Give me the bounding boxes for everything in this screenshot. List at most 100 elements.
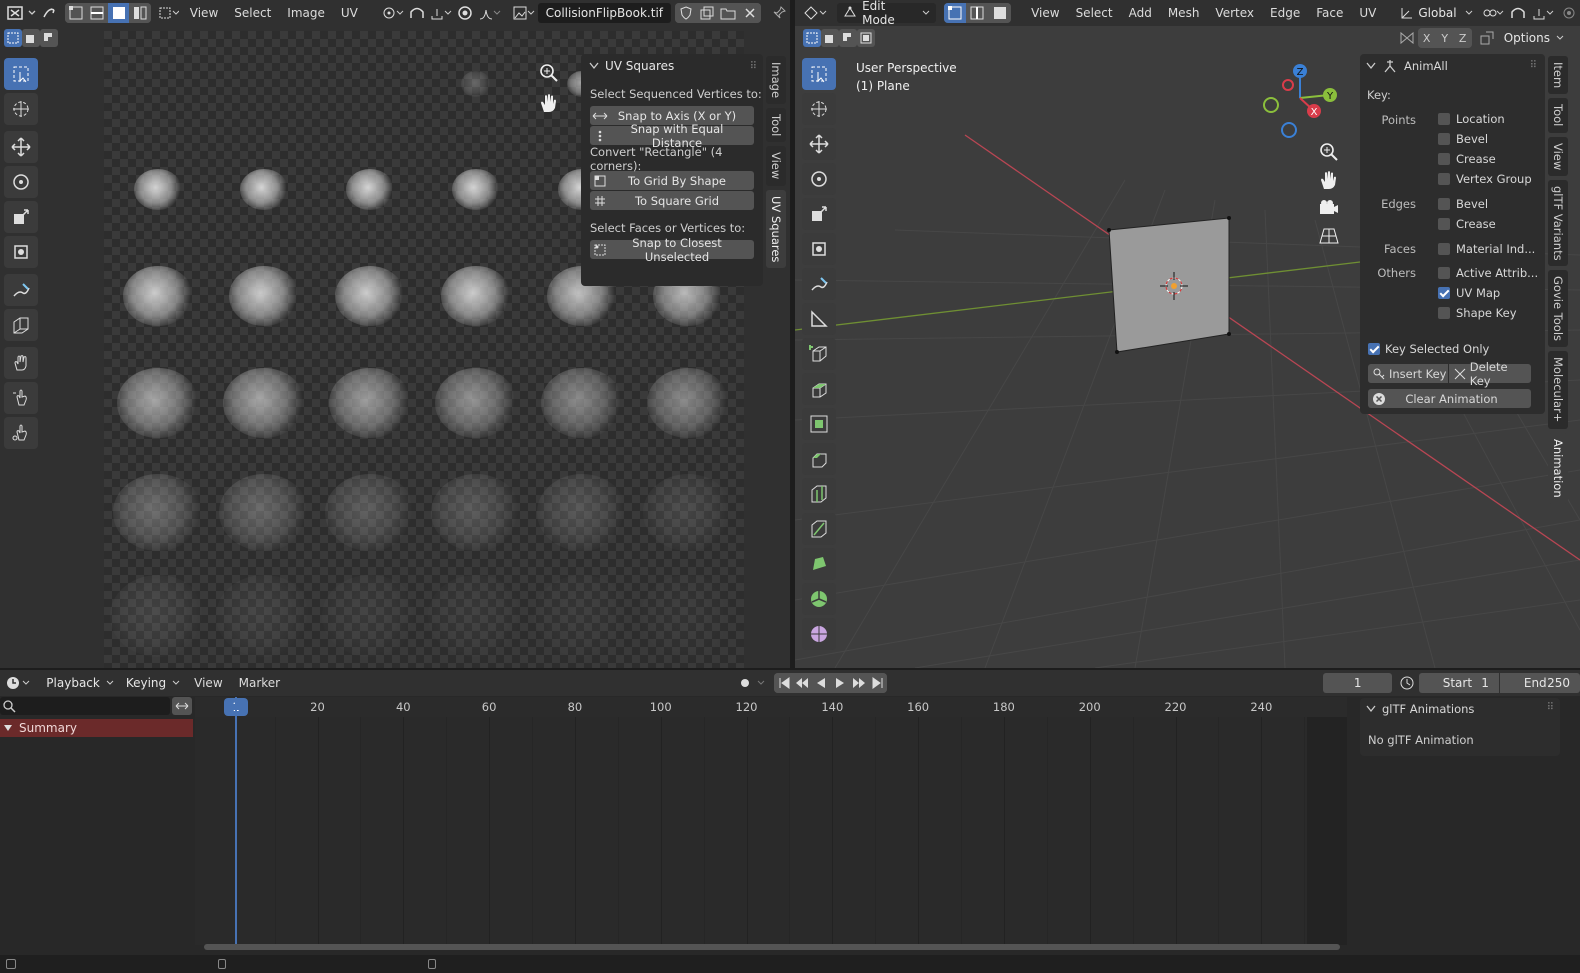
animall-header[interactable]: AnimAll xyxy=(1366,58,1448,74)
vp-menu-uv[interactable]: UV xyxy=(1351,6,1384,20)
rotate-icon[interactable] xyxy=(4,166,38,198)
timeline-keyframe-area[interactable] xyxy=(195,697,1347,945)
checkbox[interactable] xyxy=(1438,243,1450,255)
vp-snap-target-icon[interactable] xyxy=(1529,3,1557,23)
tab-tool[interactable]: Tool xyxy=(766,108,786,143)
check-active-attribute[interactable]: Active Attrib... xyxy=(1438,266,1538,280)
subtract-selection-icon[interactable] xyxy=(40,29,58,47)
vp-menu-select[interactable]: Select xyxy=(1068,6,1121,20)
topology-mirror-icon[interactable] xyxy=(1476,28,1498,48)
sticky-selection-icon[interactable] xyxy=(157,3,182,23)
tab-item[interactable]: Item xyxy=(1548,56,1568,95)
jump-start-icon[interactable] xyxy=(774,673,793,693)
relax-brush-icon[interactable] xyxy=(4,382,38,414)
preview-range-clock-icon[interactable] xyxy=(1396,673,1419,693)
transform-icon[interactable] xyxy=(4,236,38,268)
grab-brush-icon[interactable] xyxy=(4,347,38,379)
perspective-toggle-icon[interactable] xyxy=(1317,226,1341,246)
playhead-line[interactable] xyxy=(235,697,237,945)
zoom-icon[interactable] xyxy=(538,62,560,84)
check-uv-map[interactable]: UV Map xyxy=(1438,286,1500,300)
start-frame-field[interactable]: Start 1 xyxy=(1418,673,1499,693)
measure-icon[interactable] xyxy=(802,303,836,335)
check-shape-key[interactable]: Shape Key xyxy=(1438,306,1517,320)
vp-menu-vertex[interactable]: Vertex xyxy=(1207,6,1262,20)
vp-invert-selection-icon[interactable] xyxy=(857,29,875,47)
timeline-ruler[interactable]: 20406080100120140160180200220240 1 xyxy=(195,697,1347,717)
navigation-gizmo[interactable]: Z Y X xyxy=(1258,60,1342,142)
snap-equal-distance-button[interactable]: Snap with Equal Distance xyxy=(590,122,754,150)
keying-menu[interactable]: Keying xyxy=(120,673,186,693)
scale-icon[interactable] xyxy=(4,201,38,233)
menu-image[interactable]: Image xyxy=(279,6,333,20)
tab-image[interactable]: Image xyxy=(766,56,786,105)
face-mode-icon[interactable] xyxy=(988,3,1012,23)
check-points-crease[interactable]: Crease xyxy=(1438,152,1496,166)
tab-molecular[interactable]: Molecular+ xyxy=(1548,351,1568,429)
plane-mesh[interactable] xyxy=(1108,217,1230,353)
loop-cut-icon[interactable] xyxy=(802,478,836,510)
vp-menu-edge[interactable]: Edge xyxy=(1262,6,1308,20)
check-vertex-group[interactable]: Vertex Group xyxy=(1438,172,1532,186)
delete-key-button[interactable]: Delete Key xyxy=(1449,360,1531,388)
check-points-bevel[interactable]: Bevel xyxy=(1438,132,1488,146)
image-name-field[interactable]: CollisionFlipBook.tif xyxy=(537,3,671,23)
move-icon[interactable] xyxy=(4,131,38,163)
fake-user-shield-icon[interactable] xyxy=(675,3,697,23)
check-edges-bevel[interactable]: Bevel xyxy=(1438,197,1488,211)
check-location[interactable]: Location xyxy=(1438,112,1505,126)
checkbox[interactable] xyxy=(1438,307,1450,319)
tab-uv-squares[interactable]: UV Squares xyxy=(766,189,786,269)
select-box-icon[interactable] xyxy=(4,58,38,90)
mode-dropdown[interactable]: Edit Mode xyxy=(837,0,936,27)
tab-vp-tool[interactable]: Tool xyxy=(1548,98,1568,133)
editor-type-icon[interactable] xyxy=(4,3,25,23)
proportional-edit-icon[interactable] xyxy=(455,3,476,23)
panel-header[interactable]: UV Squares ⠿ xyxy=(581,54,763,78)
vp-menu-face[interactable]: Face xyxy=(1308,6,1351,20)
menu-uv[interactable]: UV xyxy=(333,6,366,20)
check-material-index[interactable]: Material Ind... xyxy=(1438,242,1535,256)
vp-extend-selection-icon[interactable] xyxy=(821,29,839,47)
summary-channel[interactable]: Summary xyxy=(0,719,193,737)
editor-type-3d-icon[interactable] xyxy=(801,3,829,23)
checkbox-checked[interactable] xyxy=(1438,287,1450,299)
pivot-chain-icon[interactable] xyxy=(1479,3,1507,23)
checkbox[interactable] xyxy=(1438,133,1450,145)
falloff-icon[interactable] xyxy=(476,3,503,23)
swap-arrows-icon[interactable] xyxy=(172,697,192,715)
pinch-brush-icon[interactable] xyxy=(4,417,38,449)
timeline-view-menu[interactable]: View xyxy=(186,676,230,690)
checkbox[interactable] xyxy=(1438,113,1450,125)
vertex-mode-icon[interactable] xyxy=(943,3,967,23)
pin-icon[interactable] xyxy=(769,3,790,23)
vp-annotate-icon[interactable] xyxy=(802,268,836,300)
to-square-grid-button[interactable]: To Square Grid xyxy=(590,191,754,210)
edge-mode-icon[interactable] xyxy=(966,3,989,23)
check-edges-crease[interactable]: Crease xyxy=(1438,217,1496,231)
axis-y-toggle[interactable]: Y xyxy=(1435,28,1454,48)
vp-snap-icon[interactable] xyxy=(1507,3,1530,23)
face-select-icon[interactable] xyxy=(108,3,130,23)
tab-govie-tools[interactable]: Govie Tools xyxy=(1548,270,1568,348)
bevel-icon[interactable] xyxy=(802,443,836,475)
vp-move-icon[interactable] xyxy=(802,128,836,160)
edge-select-icon[interactable] xyxy=(86,3,109,23)
current-frame-field[interactable]: 1 xyxy=(1323,673,1393,693)
insert-key-button[interactable]: Insert Key xyxy=(1368,364,1448,383)
checkbox[interactable] xyxy=(1438,198,1450,210)
rip-region-icon[interactable] xyxy=(4,309,38,341)
duplicate-icon[interactable] xyxy=(696,3,718,23)
animall-drag-icon[interactable]: ⠿ xyxy=(1530,60,1537,71)
annotate-icon[interactable] xyxy=(4,274,38,306)
drag-handle-icon[interactable]: ⠿ xyxy=(750,61,757,72)
record-icon[interactable] xyxy=(734,673,755,693)
playback-menu[interactable]: Playback xyxy=(40,673,120,693)
vp-cursor-icon[interactable] xyxy=(802,93,836,125)
vp-transform-icon[interactable] xyxy=(802,233,836,265)
timeline-editor-icon[interactable] xyxy=(4,673,32,693)
check-key-selected-only[interactable]: Key Selected Only xyxy=(1368,342,1489,356)
poly-build-icon[interactable] xyxy=(802,548,836,580)
axis-z-toggle[interactable]: Z xyxy=(1453,28,1472,48)
vp-zoom-icon[interactable] xyxy=(1317,142,1341,162)
